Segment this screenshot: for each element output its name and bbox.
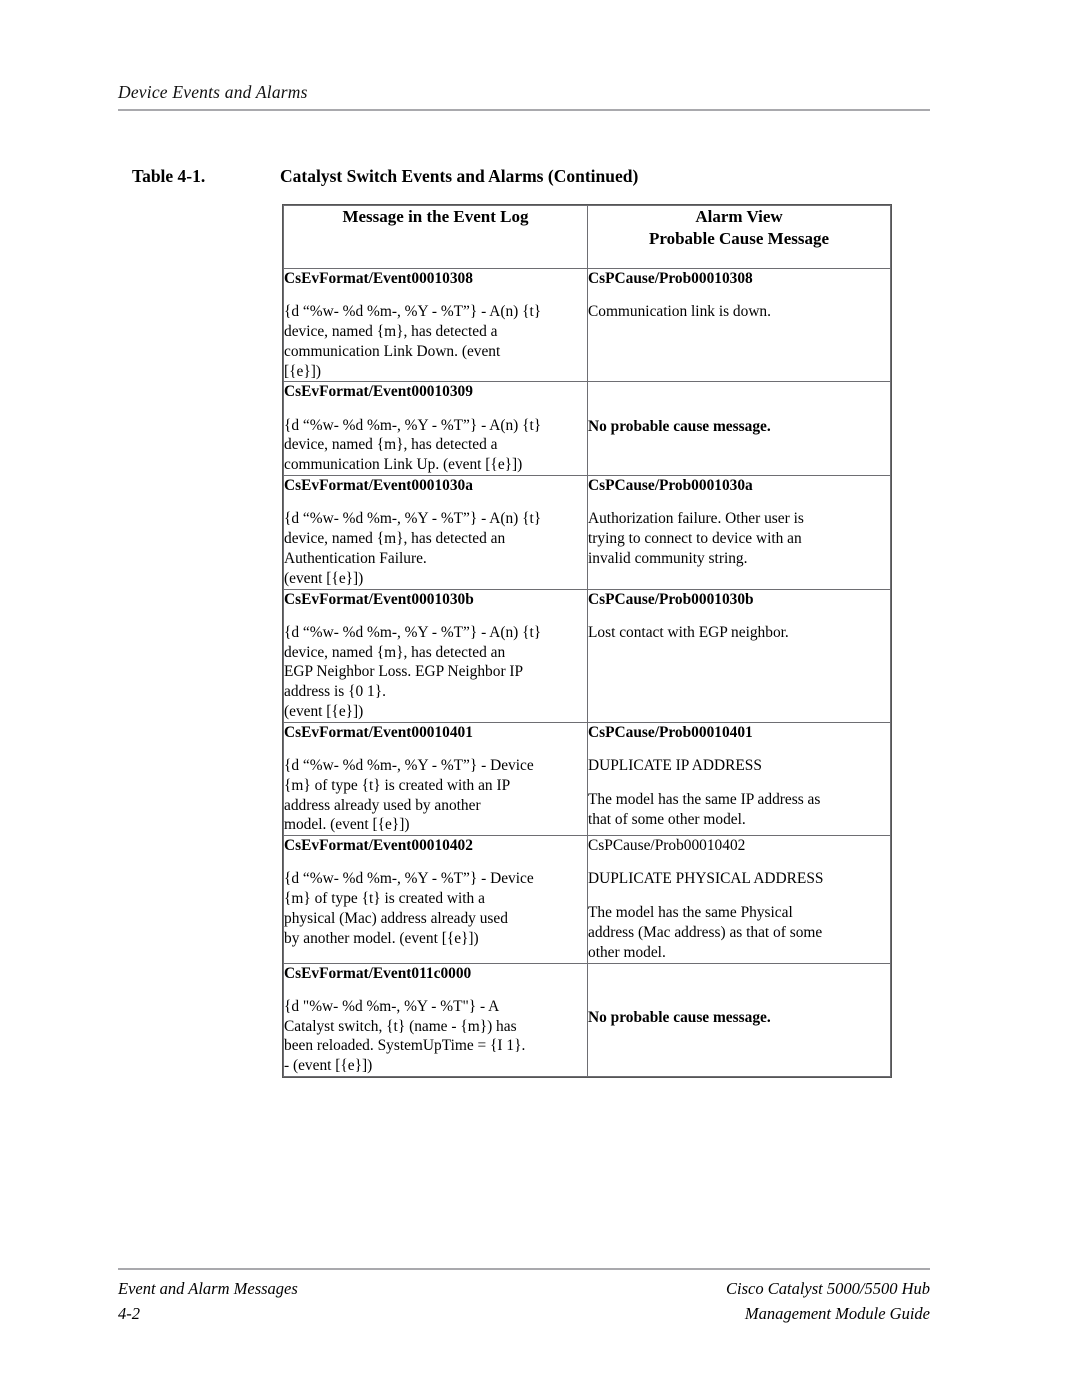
column-header-line-2: Probable Cause Message: [648, 228, 830, 248]
probable-cause-cell: CsPCause/Prob0001030a Authorization failu…: [587, 475, 891, 590]
event-log-message-text: {d “%w- %d %m-, %Y - %T”} - A(n) {t} dev…: [284, 510, 542, 587]
probable-cause-detail-text: The model has the same IP address as tha…: [588, 790, 821, 828]
table-caption: Table 4-1. Catalyst Switch Events and Ala…: [132, 166, 932, 187]
event-log-message-cell: CsEvFormat/Event00010402 {d “%w- %d %m-, …: [283, 835, 588, 964]
probable-cause-cell: No probable cause message.: [587, 962, 891, 1078]
table-row: CsEvFormat/Event011c0000 {d "%w- %d %m-, …: [283, 962, 891, 1078]
footer-chapter-title: Event and Alarm Messages: [118, 1279, 298, 1298]
probable-cause-cell: CsPCause/Prob00010401 DUPLICATE IP ADDRES…: [587, 721, 891, 837]
probable-cause-text: DUPLICATE PHYSICAL ADDRESS: [588, 870, 824, 888]
running-head-text: Device Events and Alarms: [118, 82, 308, 102]
probable-cause-id: CsPCause/Prob00010402: [588, 837, 746, 855]
table-head: Message in the Event Log Alarm View Prob…: [283, 205, 891, 269]
table-row: CsEvFormat/Event00010309 {d “%w- %d %m-, …: [283, 381, 891, 477]
event-format-id: CsEvFormat/Event00010401: [284, 723, 473, 741]
event-log-message-cell: CsEvFormat/Event0001030b {d “%w- %d %m-, …: [283, 588, 588, 723]
footer-page-number: 4-2: [118, 1303, 140, 1323]
event-format-id: CsEvFormat/Event00010402: [284, 837, 473, 855]
event-log-message-text: {d “%w- %d %m-, %Y - %T”} - A(n) {t} dev…: [284, 623, 542, 720]
probable-cause-text: No probable cause message.: [588, 417, 771, 435]
event-log-message-text: {d "%w- %d %m-, %Y - %T"} - A Catalyst s…: [284, 997, 526, 1075]
table-caption-label: Table 4-1.: [132, 166, 206, 186]
table-row: CsEvFormat/Event00010308 {d “%w- %d %m-, …: [283, 267, 891, 383]
event-format-id: CsEvFormat/Event00010309: [284, 383, 473, 401]
probable-cause-id: CsPCause/Prob0001030a: [588, 477, 753, 495]
event-log-message-text: {d “%w- %d %m-, %Y - %T”} - Device {m} o…: [284, 870, 534, 947]
event-format-id: CsEvFormat/Event0001030b: [284, 590, 474, 608]
probable-cause-text: Communication link is down.: [588, 303, 771, 321]
events-and-alarms-table: Message in the Event Log Alarm View Prob…: [282, 203, 892, 1079]
page-footer: Event and Alarm Messages 4-2 Cisco Catal…: [118, 1268, 930, 1327]
column-header-alarm-view-probable-cause: Alarm View Probable Cause Message: [587, 205, 891, 269]
footer-columns: Event and Alarm Messages 4-2 Cisco Catal…: [118, 1277, 930, 1327]
event-log-message-cell: CsEvFormat/Event011c0000 {d "%w- %d %m-, …: [283, 962, 588, 1078]
probable-cause-detail-text: The model has the same Physical address …: [588, 904, 823, 961]
column-header-line-1: Alarm View: [695, 207, 783, 226]
event-format-id: CsEvFormat/Event00010308: [284, 270, 473, 287]
event-log-message-cell: CsEvFormat/Event00010308 {d “%w- %d %m-, …: [283, 267, 588, 383]
probable-cause-text: No probable cause message.: [588, 1008, 771, 1026]
event-log-message-cell: CsEvFormat/Event00010401 {d “%w- %d %m-, …: [283, 721, 588, 837]
table-row: CsEvFormat/Event0001030b {d “%w- %d %m-, …: [283, 588, 891, 723]
probable-cause-id: CsPCause/Prob0001030b: [588, 590, 754, 608]
event-log-message-text: {d “%w- %d %m-, %Y - %T”} - A(n) {t} dev…: [284, 416, 542, 474]
table-row: CsEvFormat/Event0001030a {d “%w- %d %m-, …: [283, 475, 891, 590]
running-head: Device Events and Alarms: [118, 82, 930, 111]
probable-cause-cell: CsPCause/Prob0001030b Lost contact with E…: [587, 588, 891, 723]
table-row: CsEvFormat/Event00010402 {d “%w- %d %m-, …: [283, 835, 891, 964]
footer-document-title: Management Module Guide: [744, 1303, 930, 1323]
probable-cause-cell: CsPCause/Prob00010308 Communication link …: [587, 267, 891, 383]
running-head-rule: [118, 109, 930, 111]
probable-cause-text: DUPLICATE IP ADDRESS: [588, 757, 762, 774]
table-caption-title: Catalyst Switch Events and Alarms (Conti…: [280, 166, 639, 186]
event-format-id: CsEvFormat/Event0001030a: [284, 477, 473, 495]
footer-product-name: Cisco Catalyst 5000/5500 Hub: [726, 1279, 930, 1298]
probable-cause-id: CsPCause/Prob00010308: [588, 270, 753, 287]
column-header-message-in-event-log: Message in the Event Log: [283, 205, 588, 269]
event-format-id: CsEvFormat/Event011c0000: [284, 964, 472, 982]
event-log-message-cell: CsEvFormat/Event00010309 {d “%w- %d %m-, …: [283, 381, 588, 477]
table-body: CsEvFormat/Event00010308 {d “%w- %d %m-, …: [283, 267, 891, 1078]
event-log-message-cell: CsEvFormat/Event0001030a {d “%w- %d %m-, …: [283, 475, 588, 590]
probable-cause-cell: No probable cause message.: [587, 381, 891, 477]
probable-cause-id: CsPCause/Prob00010401: [588, 723, 753, 741]
probable-cause-cell: CsPCause/Prob00010402 DUPLICATE PHYSICAL …: [587, 835, 891, 964]
footer-left: Event and Alarm Messages 4-2: [118, 1277, 298, 1327]
event-log-message-text: {d “%w- %d %m-, %Y - %T”} - A(n) {t} dev…: [284, 303, 542, 380]
table-header-row: Message in the Event Log Alarm View Prob…: [283, 205, 891, 269]
probable-cause-text: Lost contact with EGP neighbor.: [588, 623, 789, 641]
footer-right: Cisco Catalyst 5000/5500 Hub Management …: [726, 1277, 930, 1327]
table-row: CsEvFormat/Event00010401 {d “%w- %d %m-, …: [283, 721, 891, 837]
footer-rule: [118, 1268, 930, 1270]
event-log-message-text: {d “%w- %d %m-, %Y - %T”} - Device {m} o…: [284, 757, 534, 834]
probable-cause-text: Authorization failure. Other user is try…: [588, 510, 804, 567]
